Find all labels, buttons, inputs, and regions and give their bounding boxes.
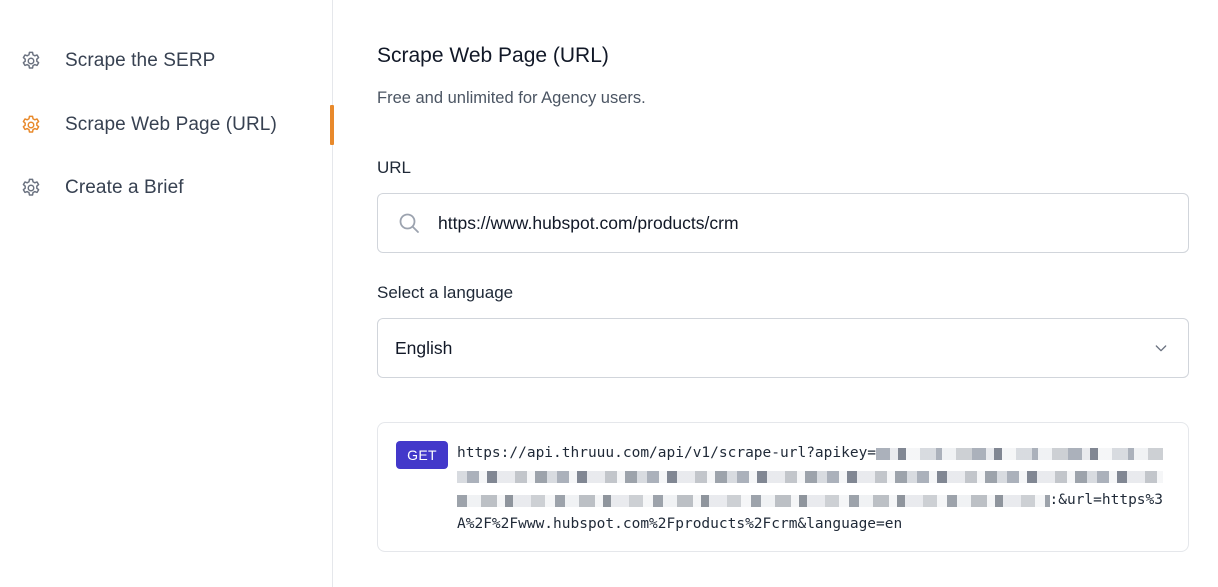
sidebar-nav: Scrape the SERP Scrape Web Page (URL) Cr…	[0, 41, 334, 232]
page-title: Scrape Web Page (URL)	[377, 44, 609, 67]
request-preview: GET https://api.thruuu.com/api/v1/scrape…	[377, 422, 1189, 552]
page-subtitle: Free and unlimited for Agency users.	[377, 89, 646, 107]
gear-icon	[20, 50, 42, 72]
sidebar-item-label: Create a Brief	[65, 177, 184, 198]
sidebar-item-scrape-web-page[interactable]: Scrape Web Page (URL)	[0, 104, 334, 145]
language-select-value: English	[395, 337, 453, 358]
redacted-api-key	[457, 471, 1163, 484]
language-label: Select a language	[377, 283, 514, 302]
url-label: URL	[377, 158, 412, 177]
redacted-api-key	[876, 447, 1163, 460]
method-badge: GET	[396, 441, 448, 469]
request-line: A%2F%2Fwww.hubspot.com%2Fproducts%2Fcrm&…	[457, 513, 1163, 537]
redacted-api-key	[457, 494, 1050, 507]
request-line: :&url=https%3	[457, 489, 1163, 513]
request-line-text: https://api.thruuu.com/api/v1/scrape-url…	[457, 445, 877, 461]
sidebar-item-scrape-serp[interactable]: Scrape the SERP	[0, 41, 333, 81]
language-select[interactable]: English	[377, 318, 1189, 378]
request-url: https://api.thruuu.com/api/v1/scrape-url…	[457, 442, 1163, 536]
sidebar-item-label: Scrape Web Page (URL)	[65, 113, 277, 135]
app-window: Scrape the SERP Scrape Web Page (URL) Cr…	[0, 0, 1218, 587]
sidebar-item-label: Scrape the SERP	[65, 50, 216, 71]
sidebar-item-create-brief[interactable]: Create a Brief	[0, 168, 333, 208]
active-indicator	[330, 104, 334, 145]
request-line-text: :&url=https%3	[1049, 492, 1164, 508]
search-icon	[396, 210, 422, 236]
request-line	[457, 466, 1163, 490]
request-line-text: A%2F%2Fwww.hubspot.com%2Fproducts%2Fcrm&…	[457, 515, 903, 532]
request-line: https://api.thruuu.com/api/v1/scrape-url…	[457, 442, 1163, 466]
url-field[interactable]	[377, 193, 1189, 253]
gear-icon	[20, 114, 42, 136]
sidebar: Scrape the SERP Scrape Web Page (URL) Cr…	[0, 0, 334, 587]
gear-icon	[20, 177, 42, 199]
url-input[interactable]	[438, 212, 1172, 234]
chevron-down-icon	[1152, 339, 1170, 357]
